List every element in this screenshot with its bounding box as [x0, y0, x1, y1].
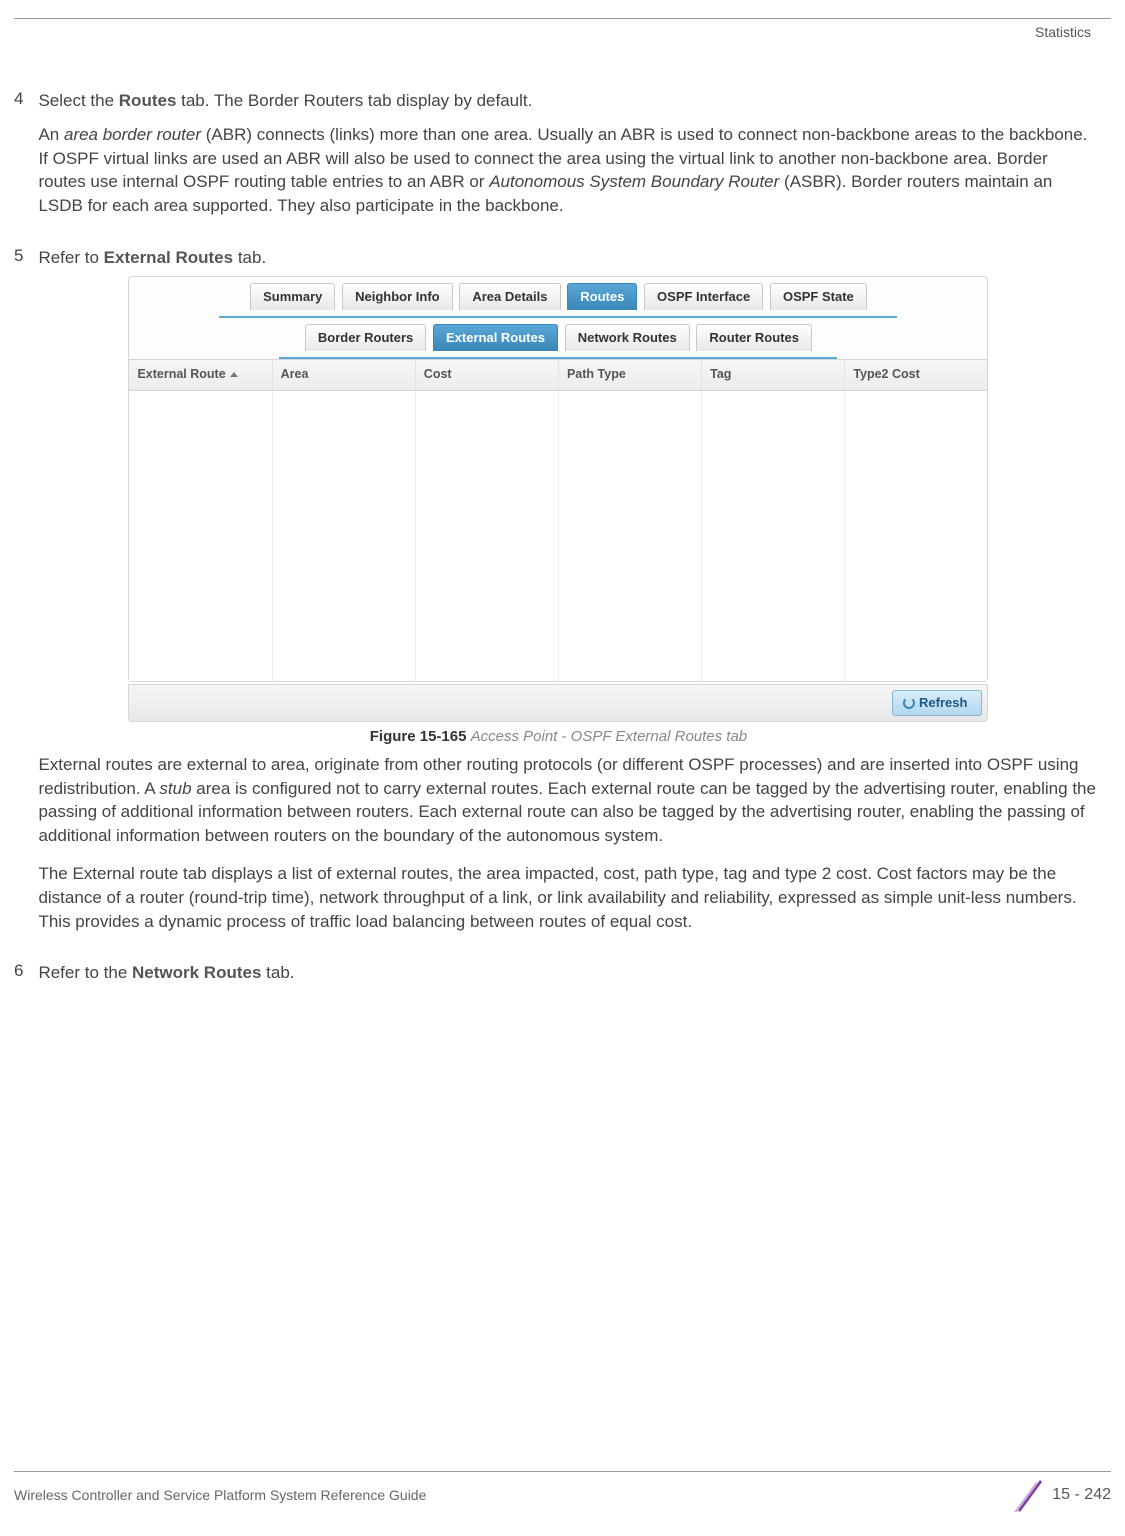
text: tab.: [233, 248, 266, 267]
primary-tabs: Summary Neighbor Info Area Details Route…: [129, 277, 987, 316]
page-number-group: 15 - 242: [1012, 1478, 1111, 1512]
step-body: Refer to External Routes tab. Summary Ne…: [38, 246, 1098, 947]
header-section: Statistics: [1035, 24, 1091, 40]
step-5: 5 Refer to External Routes tab. Summary …: [14, 246, 1111, 947]
abr-term: area border router: [64, 125, 201, 144]
tab-summary[interactable]: Summary: [250, 283, 335, 310]
step-number: 5: [14, 246, 34, 266]
tab-ospf-state[interactable]: OSPF State: [770, 283, 867, 310]
page-footer: Wireless Controller and Service Platform…: [14, 1471, 1111, 1512]
figure-number: Figure 15-165: [370, 728, 467, 745]
stub-term: stub: [159, 779, 191, 798]
text: Refer to: [38, 248, 103, 267]
table-header: External Route Area Cost Path Type Tag T…: [129, 359, 987, 391]
figure-caption: Figure 15-165 Access Point - OSPF Extern…: [128, 726, 988, 747]
text: area is configured not to carry external…: [38, 779, 1096, 846]
page-slash-icon: [1012, 1478, 1046, 1512]
tab-ospf-interface[interactable]: OSPF Interface: [644, 283, 763, 310]
col-type2-cost[interactable]: Type2 Cost: [845, 360, 987, 390]
table-footer: Refresh: [128, 684, 988, 722]
step-body: Select the Routes tab. The Border Router…: [38, 89, 1098, 232]
tab-neighbor-info[interactable]: Neighbor Info: [342, 283, 453, 310]
text: An: [38, 125, 64, 144]
asbr-term: Autonomous System Boundary Router: [489, 172, 779, 191]
tab-border-routers[interactable]: Border Routers: [305, 324, 426, 351]
page-content: 4 Select the Routes tab. The Border Rout…: [0, 19, 1125, 985]
footer-guide-title: Wireless Controller and Service Platform…: [14, 1487, 426, 1503]
step-number: 6: [14, 961, 34, 981]
step-body: Refer to the Network Routes tab.: [38, 961, 1098, 985]
col-cost[interactable]: Cost: [416, 360, 559, 390]
tab-network-routes[interactable]: Network Routes: [565, 324, 690, 351]
tabs-panel: Summary Neighbor Info Area Details Route…: [128, 276, 988, 682]
external-routes-term: External Routes: [104, 248, 233, 267]
tab-routes[interactable]: Routes: [567, 283, 637, 310]
page-number: 15 - 242: [1052, 1486, 1111, 1504]
col-path-type[interactable]: Path Type: [559, 360, 702, 390]
figure-title: Access Point - OSPF External Routes tab: [471, 728, 748, 745]
text: Refer to the: [38, 963, 132, 982]
col-label: External Route: [137, 367, 225, 381]
network-routes-term: Network Routes: [132, 963, 261, 982]
step-4: 4 Select the Routes tab. The Border Rout…: [14, 89, 1111, 232]
external-routes-paragraph-1: External routes are external to area, or…: [38, 753, 1098, 848]
figure-ospf-external-routes: Summary Neighbor Info Area Details Route…: [128, 276, 988, 747]
routes-term: Routes: [119, 91, 177, 110]
tab-area-details[interactable]: Area Details: [459, 283, 560, 310]
external-routes-paragraph-2: The External route tab displays a list o…: [38, 862, 1098, 933]
step-number: 4: [14, 89, 34, 109]
col-external-route[interactable]: External Route: [129, 360, 272, 390]
text: tab. The Border Routers tab display by d…: [176, 91, 532, 110]
sort-asc-icon: [230, 372, 238, 377]
secondary-tabs: Border Routers External Routes Network R…: [129, 318, 987, 357]
text: tab.: [261, 963, 294, 982]
col-tag[interactable]: Tag: [702, 360, 845, 390]
tab-router-routes[interactable]: Router Routes: [696, 324, 812, 351]
step-6: 6 Refer to the Network Routes tab.: [14, 961, 1111, 985]
refresh-button[interactable]: Refresh: [892, 690, 982, 716]
table-body-empty: [129, 391, 987, 681]
col-area[interactable]: Area: [273, 360, 416, 390]
refresh-icon: [903, 697, 915, 709]
text: Select the: [38, 91, 118, 110]
abr-paragraph: An area border router (ABR) connects (li…: [38, 123, 1098, 218]
refresh-label: Refresh: [919, 695, 967, 710]
tab-external-routes[interactable]: External Routes: [433, 324, 558, 351]
